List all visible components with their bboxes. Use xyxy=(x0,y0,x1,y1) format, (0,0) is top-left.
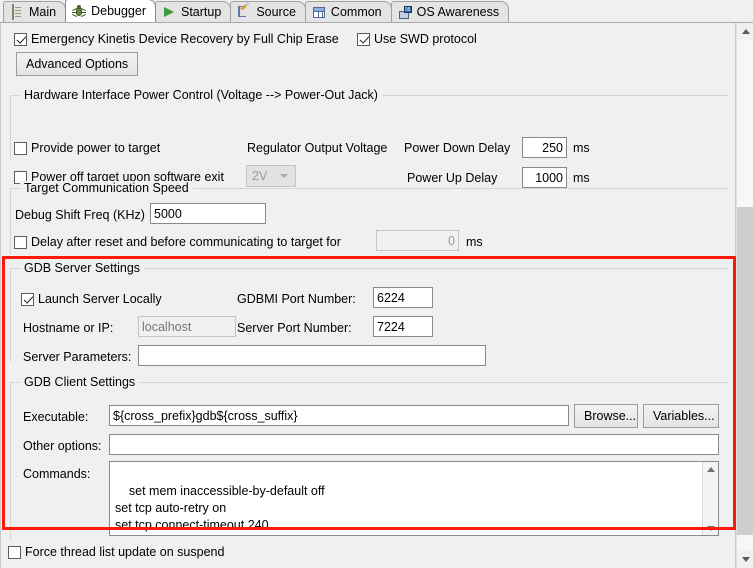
other-options-input[interactable] xyxy=(109,434,719,455)
table-icon xyxy=(312,5,327,20)
power-down-delay-unit: ms xyxy=(573,141,590,155)
provide-power-checkbox[interactable] xyxy=(14,141,27,155)
use-swd-row[interactable]: Use SWD protocol xyxy=(357,32,477,46)
target-speed-group-title: Target Communication Speed xyxy=(20,181,193,195)
source-pencil-icon xyxy=(237,1,252,20)
delay-after-reset-checkbox[interactable] xyxy=(14,235,27,249)
emergency-erase-checkbox[interactable] xyxy=(14,32,27,46)
os-monitor-icon: 05 xyxy=(398,5,413,20)
tab-main[interactable]: Main xyxy=(3,1,67,22)
power-up-delay-input[interactable] xyxy=(522,167,567,188)
use-swd-checkbox[interactable] xyxy=(357,32,370,46)
server-port-input[interactable] xyxy=(373,316,433,337)
server-parameters-input[interactable] xyxy=(138,345,486,366)
scrollbar-thumb[interactable] xyxy=(737,207,753,535)
gdbmi-port-input[interactable] xyxy=(373,287,433,308)
play-icon xyxy=(162,5,177,20)
tab-source-label: Source xyxy=(256,5,296,19)
launch-server-locally-checkbox[interactable] xyxy=(21,292,34,306)
commands-text: set mem inaccessible-by-default off set … xyxy=(115,484,325,532)
launch-server-locally-label: Launch Server Locally xyxy=(38,292,162,306)
scrollbar-down-arrow-icon[interactable] xyxy=(737,551,753,568)
delay-after-reset-input[interactable] xyxy=(376,230,459,251)
tab-bar: Main Debugger Startup Source Common 05 O… xyxy=(0,0,753,23)
scrollbar-up-arrow-icon[interactable] xyxy=(737,23,753,40)
force-thread-update-label: Force thread list update on suspend xyxy=(25,545,225,559)
power-up-delay-label: Power Up Delay xyxy=(407,171,498,185)
hostname-label: Hostname or IP: xyxy=(23,321,114,335)
commands-textarea[interactable]: set mem inaccessible-by-default off set … xyxy=(109,461,719,536)
panel-scrollbar[interactable] xyxy=(736,23,753,568)
power-down-delay-label: Power Down Delay xyxy=(404,141,511,155)
tab-startup-label: Startup xyxy=(181,5,222,19)
delay-after-reset-row[interactable]: Delay after reset and before communicati… xyxy=(14,235,341,249)
power-down-delay-input[interactable] xyxy=(522,137,567,158)
browse-button[interactable]: Browse... xyxy=(574,404,638,428)
variables-button[interactable]: Variables... xyxy=(643,404,719,428)
regulator-output-voltage-label: Regulator Output Voltage xyxy=(247,141,388,155)
executable-label: Executable: xyxy=(23,410,89,424)
launch-server-locally-row[interactable]: Launch Server Locally xyxy=(21,292,162,306)
emergency-erase-row[interactable]: Emergency Kinetis Device Recovery by Ful… xyxy=(14,32,339,46)
chevron-down-icon xyxy=(280,174,288,178)
provide-power-row[interactable]: Provide power to target xyxy=(14,141,160,155)
gdb-server-group-title: GDB Server Settings xyxy=(20,261,145,275)
debug-shift-freq-input[interactable] xyxy=(150,203,266,224)
use-swd-label: Use SWD protocol xyxy=(374,32,477,46)
delay-after-reset-unit: ms xyxy=(466,235,483,249)
tab-os-awareness[interactable]: 05 OS Awareness xyxy=(390,1,510,22)
server-parameters-label: Server Parameters: xyxy=(23,350,132,364)
force-thread-update-checkbox[interactable] xyxy=(8,545,21,559)
tab-debugger-label: Debugger xyxy=(91,4,146,18)
emergency-erase-label: Emergency Kinetis Device Recovery by Ful… xyxy=(31,32,339,46)
debug-shift-freq-label: Debug Shift Freq (KHz) xyxy=(15,208,145,222)
document-icon xyxy=(10,3,25,20)
regulator-voltage-select[interactable]: 2V xyxy=(246,165,296,187)
power-up-delay-unit: ms xyxy=(573,171,590,185)
regulator-voltage-value: 2V xyxy=(252,169,268,183)
tab-common-label: Common xyxy=(330,5,382,19)
debugger-settings-panel: Emergency Kinetis Device Recovery by Ful… xyxy=(0,23,736,568)
bug-icon xyxy=(72,4,87,19)
scroll-up-icon[interactable] xyxy=(703,462,718,476)
other-options-label: Other options: xyxy=(23,439,102,453)
power-control-group-title: Hardware Interface Power Control (Voltag… xyxy=(20,88,382,102)
tab-common[interactable]: Common xyxy=(304,1,392,22)
executable-input[interactable] xyxy=(109,405,569,426)
gdbmi-port-label: GDBMI Port Number: xyxy=(237,292,356,306)
provide-power-label: Provide power to target xyxy=(31,141,161,155)
force-thread-update-row[interactable]: Force thread list update on suspend xyxy=(8,545,224,559)
tab-debugger[interactable]: Debugger xyxy=(65,0,156,22)
scroll-down-icon[interactable] xyxy=(703,521,718,535)
tab-source[interactable]: Source xyxy=(230,1,306,22)
server-port-label: Server Port Number: xyxy=(237,321,352,335)
commands-scrollbar[interactable] xyxy=(702,462,718,535)
delay-after-reset-label: Delay after reset and before communicati… xyxy=(31,235,341,249)
commands-label: Commands: xyxy=(23,467,91,481)
hostname-input[interactable] xyxy=(138,316,236,337)
tab-os-awareness-label: OS Awareness xyxy=(416,5,500,19)
tab-main-label: Main xyxy=(29,5,57,19)
gdb-client-group-title: GDB Client Settings xyxy=(20,375,140,389)
tab-startup[interactable]: Startup xyxy=(155,1,232,22)
advanced-options-button[interactable]: Advanced Options xyxy=(16,52,139,76)
